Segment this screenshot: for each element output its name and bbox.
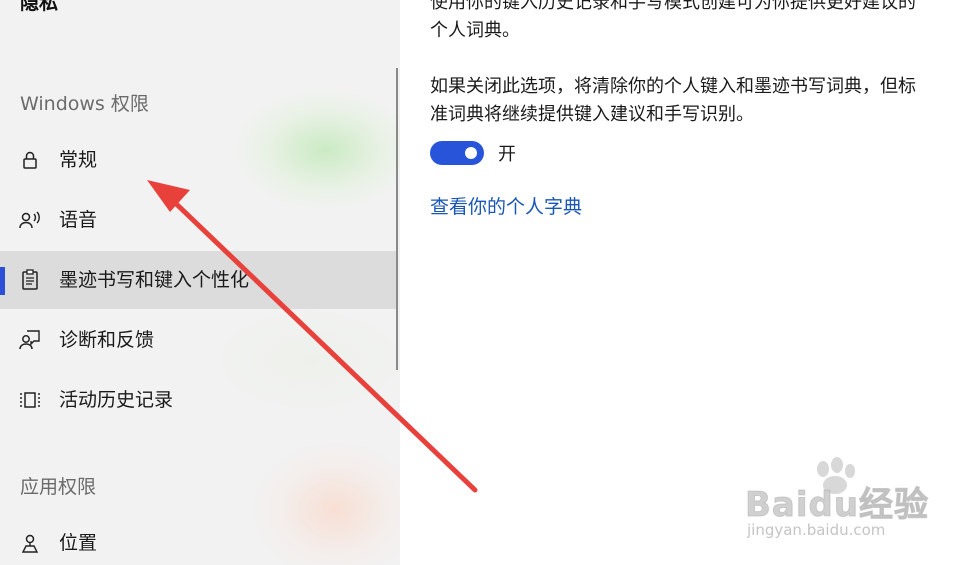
sidebar-item-label: 诊断和反馈 [59,329,155,351]
feedback-icon [19,329,41,351]
sidebar-item-label: 常规 [59,149,98,171]
sidebar-item-inking-typing[interactable]: 墨迹书写和键入个性化 [0,251,396,309]
description-line: 个人词典。 [430,20,520,41]
section-title: 隐私 [20,0,59,14]
sidebar-item-label: 语音 [59,209,98,231]
speech-icon [19,209,41,231]
sidebar: 隐私 Windows 权限 常规 语音 墨迹书写和键入个性化 诊断和反馈 活动历… [0,0,400,565]
lock-icon [19,149,41,171]
location-icon [19,532,41,554]
timeline-icon [19,389,41,411]
sidebar-item-label: 墨迹书写和键入个性化 [59,269,250,291]
sidebar-item-speech[interactable]: 语音 [0,191,396,249]
toggle-state-label: 开 [498,144,516,165]
personal-dictionary-toggle[interactable] [430,141,484,165]
warning-line: 如果关闭此选项，将清除你的个人键入和墨迹书写词典，但标 [430,76,916,97]
sidebar-item-diagnostics[interactable]: 诊断和反馈 [0,311,396,369]
toggle-knob [465,147,477,159]
sidebar-item-general[interactable]: 常规 [0,131,396,189]
sidebar-scrollbar[interactable] [396,68,398,370]
main-content: 使用你的键入历史记录和手写模式创建可为你提供更好建议的 个人词典。 如果关闭此选… [430,0,971,565]
sidebar-item-label: 活动历史记录 [59,389,174,411]
sidebar-item-label: 位置 [59,532,98,554]
selection-indicator [0,267,5,295]
toggle-row: 开 [430,140,516,166]
view-personal-dictionary-link[interactable]: 查看你的个人字典 [430,192,582,219]
description-line: 使用你的键入历史记录和手写模式创建可为你提供更好建议的 [430,0,916,13]
windows-permissions-header: Windows 权限 [20,93,149,115]
clipboard-icon [19,269,41,291]
warning-line: 准词典将继续提供键入建议和手写识别。 [430,104,754,125]
app-permissions-header: 应用权限 [20,476,97,498]
sidebar-item-location[interactable]: 位置 [0,514,396,565]
sidebar-item-activity-history[interactable]: 活动历史记录 [0,371,396,429]
